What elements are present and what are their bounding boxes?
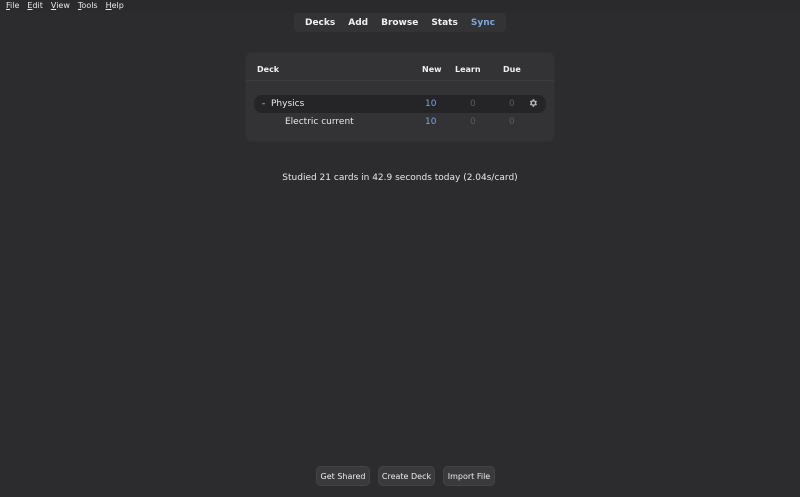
menu-view-label: iew [56,1,70,10]
learn-count: 0 [470,99,476,109]
toolbar-browse[interactable]: Browse [379,18,420,28]
new-count: 10 [425,99,437,109]
menu-file[interactable]: File [6,0,19,12]
create-deck-button[interactable]: Create Deck [378,466,435,486]
header-due: Due [503,65,521,74]
gear-icon[interactable] [527,97,539,109]
menu-help-label: elp [111,1,124,10]
main-toolbar: Decks Add Browse Stats Sync [294,13,506,32]
toolbar-stats[interactable]: Stats [429,18,460,28]
studied-summary: Studied 21 cards in 42.9 seconds today (… [282,173,518,183]
deck-name[interactable]: Electric current [285,117,354,127]
menu-edit-label: dit [32,1,43,10]
menu-edit[interactable]: Edit [27,0,43,12]
header-deck: Deck [257,65,280,74]
toolbar-decks[interactable]: Decks [303,18,337,28]
learn-count: 0 [470,117,476,127]
collapse-toggle[interactable]: - [262,99,265,109]
deck-row-electric-current[interactable]: Electric current 10 0 0 [254,113,546,131]
toolbar-sync[interactable]: Sync [469,18,497,28]
import-file-button[interactable]: Import File [443,466,495,486]
anki-main-window: File Edit View Tools Help Decks Add Brow… [0,0,800,497]
menu-view[interactable]: View [51,0,70,12]
bottom-button-bar: Get Shared Create Deck Import File [0,466,800,486]
menu-file-label: ile [10,1,20,10]
toolbar-add[interactable]: Add [346,18,370,28]
deck-table-header: Deck New Learn Due [246,53,554,81]
header-learn: Learn [455,65,481,74]
menu-bar: File Edit View Tools Help [0,0,800,12]
header-new: New [422,65,442,74]
due-count: 0 [509,117,515,127]
menu-help[interactable]: Help [106,0,124,12]
deck-list-panel: Deck New Learn Due - Physics 10 0 0 Elec… [246,53,554,141]
menu-tools-label: ools [81,1,98,10]
menu-tools[interactable]: Tools [78,0,98,12]
deck-row-physics[interactable]: - Physics 10 0 0 [254,95,546,113]
due-count: 0 [509,99,515,109]
deck-name[interactable]: Physics [271,99,304,109]
get-shared-button[interactable]: Get Shared [316,466,370,486]
new-count: 10 [425,117,437,127]
